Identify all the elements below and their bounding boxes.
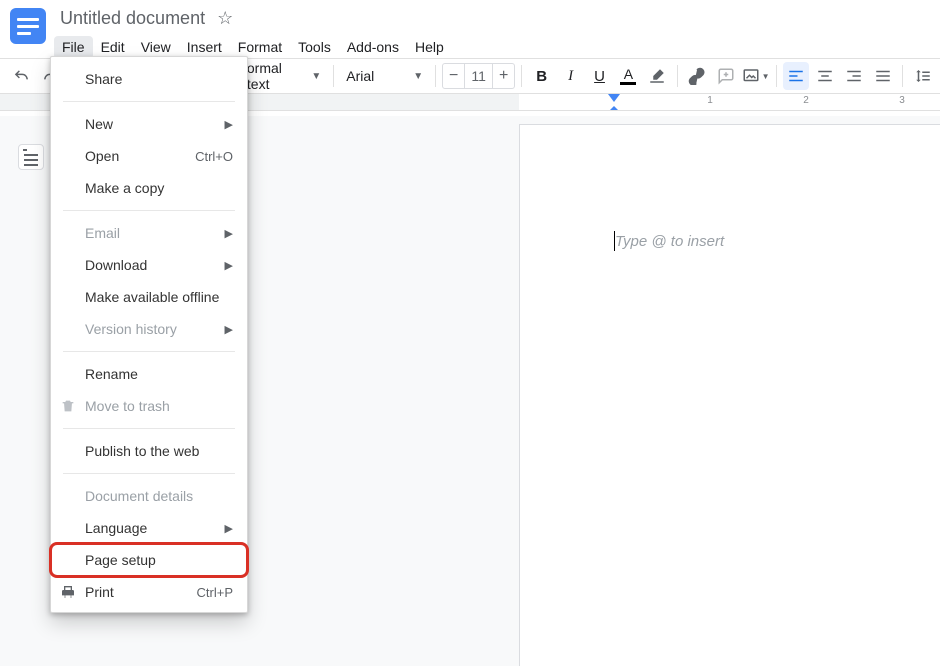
menu-item-label: Publish to the web: [85, 443, 199, 459]
align-right-button[interactable]: [840, 62, 867, 90]
line-spacing-button[interactable]: [909, 62, 936, 90]
star-icon[interactable]: ☆: [217, 8, 233, 29]
font-family-value: Arial: [346, 68, 374, 84]
menu-item-label: Language: [85, 520, 147, 536]
document-page[interactable]: Type @ to insert: [519, 124, 940, 666]
ruler-number: 2: [803, 95, 809, 106]
file-menu-dropdown: Share New ▶ Open Ctrl+O Make a copy Emai…: [50, 56, 248, 613]
file-menu-language[interactable]: Language ▶: [51, 512, 247, 544]
file-menu-document-details[interactable]: Document details: [51, 480, 247, 512]
submenu-arrow-icon: ▶: [225, 522, 233, 535]
print-icon: [60, 584, 76, 600]
menu-item-label: Make available offline: [85, 289, 219, 305]
insert-link-button[interactable]: [684, 62, 711, 90]
caret-down-icon: ▼: [311, 71, 321, 82]
file-menu-rename[interactable]: Rename: [51, 358, 247, 390]
file-menu-page-setup[interactable]: Page setup: [51, 544, 247, 576]
show-outline-button[interactable]: [18, 144, 44, 170]
italic-button[interactable]: I: [557, 62, 584, 90]
menu-item-label: Download: [85, 257, 147, 273]
menu-item-label: Version history: [85, 321, 177, 337]
add-comment-button[interactable]: [713, 62, 740, 90]
menu-addons[interactable]: Add-ons: [339, 36, 407, 59]
menu-item-label: Rename: [85, 366, 138, 382]
ruler-number: 3: [899, 95, 905, 106]
menu-item-shortcut: Ctrl+P: [197, 585, 233, 600]
indent-marker-icon[interactable]: [608, 94, 620, 102]
highlight-color-button[interactable]: [644, 62, 671, 90]
insert-image-button[interactable]: ▼: [742, 62, 770, 90]
file-menu-share[interactable]: Share: [51, 63, 247, 95]
underline-button[interactable]: U: [586, 62, 613, 90]
docs-logo-icon[interactable]: [10, 8, 46, 44]
font-family-dropdown[interactable]: Arial ▼: [340, 62, 429, 90]
file-menu-download[interactable]: Download ▶: [51, 249, 247, 281]
font-size-decrease-button[interactable]: −: [443, 67, 464, 85]
font-size-increase-button[interactable]: +: [493, 67, 514, 85]
menu-item-label: Move to trash: [85, 398, 170, 414]
file-menu-print[interactable]: Print Ctrl+P: [51, 576, 247, 608]
align-center-button[interactable]: [811, 62, 838, 90]
caret-down-icon: ▼: [762, 72, 770, 81]
menu-item-label: Document details: [85, 488, 193, 504]
file-menu-move-to-trash[interactable]: Move to trash: [51, 390, 247, 422]
editor-placeholder: Type @ to insert: [615, 233, 724, 250]
menu-help[interactable]: Help: [407, 36, 452, 59]
file-menu-email[interactable]: Email ▶: [51, 217, 247, 249]
undo-button[interactable]: [8, 62, 35, 90]
app-header: Untitled document ☆ File Edit View Inser…: [0, 0, 940, 58]
document-title[interactable]: Untitled document: [54, 8, 211, 29]
font-size-stepper: − 11 +: [442, 63, 515, 89]
file-menu-version-history[interactable]: Version history ▶: [51, 313, 247, 345]
menu-item-label: Make a copy: [85, 180, 164, 196]
menu-item-label: Open: [85, 148, 119, 164]
menu-item-label: Email: [85, 225, 120, 241]
align-justify-button[interactable]: [869, 62, 896, 90]
file-menu-new[interactable]: New ▶: [51, 108, 247, 140]
menu-item-label: New: [85, 116, 113, 132]
menu-item-label: Share: [85, 71, 122, 87]
font-size-value[interactable]: 11: [464, 64, 493, 88]
menu-item-label: Print: [85, 584, 114, 600]
menu-item-shortcut: Ctrl+O: [195, 149, 233, 164]
menu-item-label: Page setup: [85, 552, 156, 568]
menu-tools[interactable]: Tools: [290, 36, 339, 59]
trash-icon: [60, 398, 76, 414]
submenu-arrow-icon: ▶: [225, 118, 233, 131]
file-menu-open[interactable]: Open Ctrl+O: [51, 140, 247, 172]
submenu-arrow-icon: ▶: [225, 323, 233, 336]
text-color-swatch: [620, 82, 636, 85]
bold-button[interactable]: B: [528, 62, 555, 90]
caret-down-icon: ▼: [413, 71, 423, 82]
file-menu-make-copy[interactable]: Make a copy: [51, 172, 247, 204]
align-left-button[interactable]: [783, 62, 810, 90]
paragraph-style-value: ormal text: [247, 60, 305, 92]
text-color-button[interactable]: A: [615, 62, 642, 90]
submenu-arrow-icon: ▶: [225, 227, 233, 240]
text-color-letter: A: [624, 67, 633, 81]
submenu-arrow-icon: ▶: [225, 259, 233, 272]
file-menu-publish-web[interactable]: Publish to the web: [51, 435, 247, 467]
paragraph-style-dropdown[interactable]: ormal text ▼: [241, 62, 327, 90]
file-menu-make-offline[interactable]: Make available offline: [51, 281, 247, 313]
ruler-number: 1: [707, 95, 713, 106]
